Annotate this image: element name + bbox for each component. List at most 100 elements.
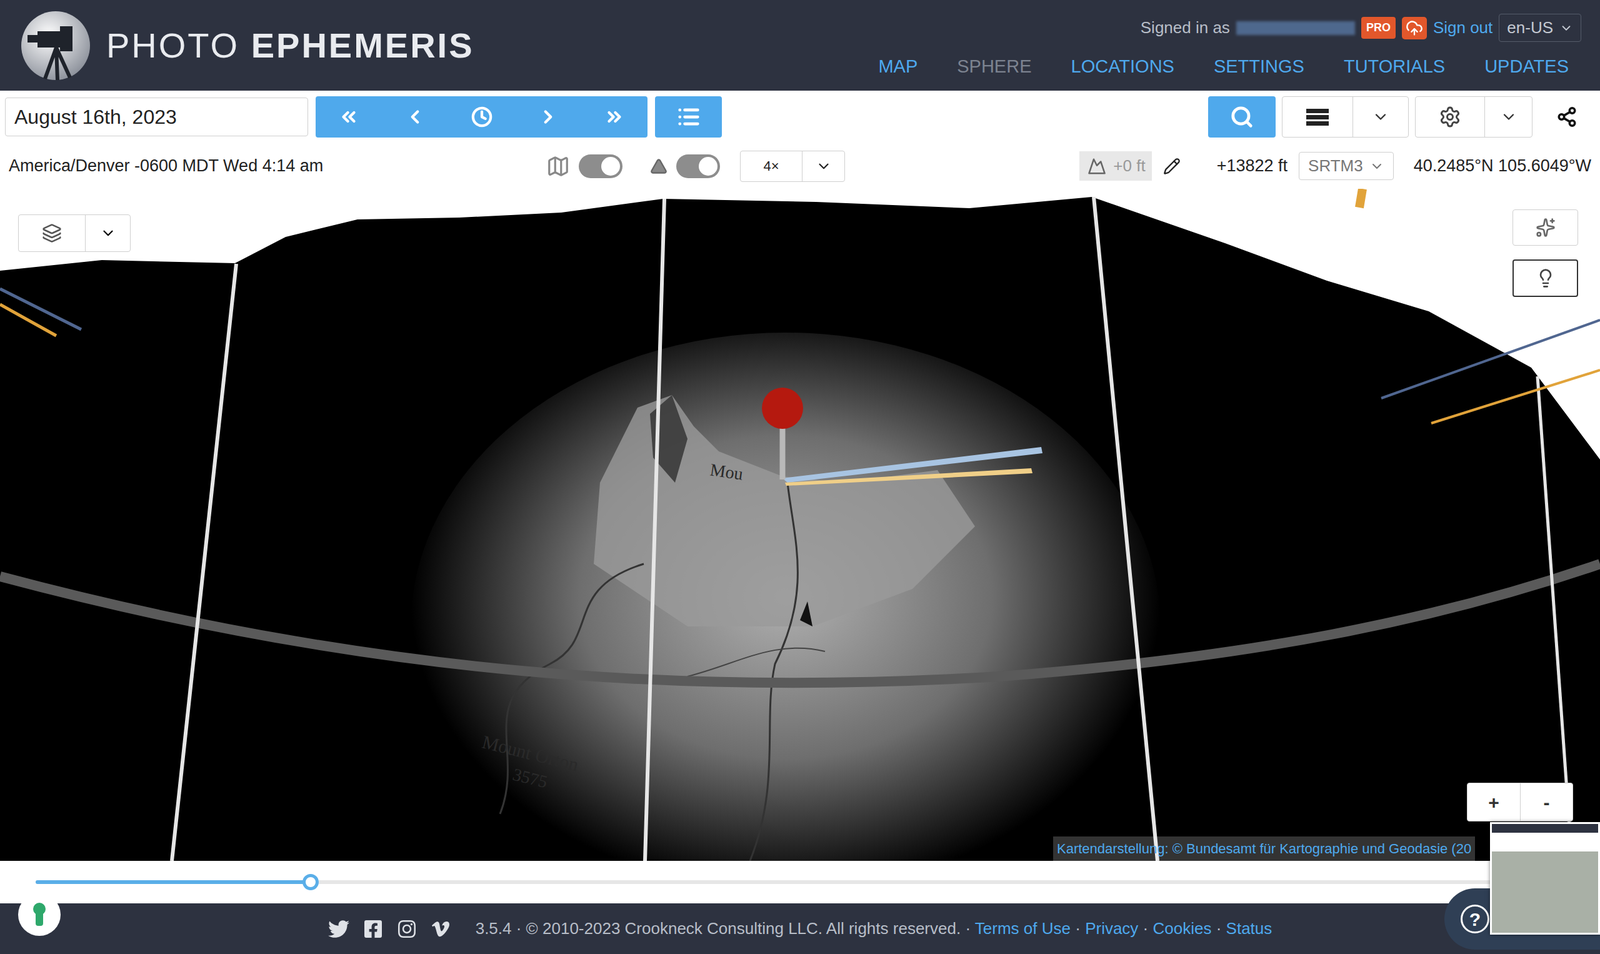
preview-thumbnail[interactable] xyxy=(1490,821,1600,935)
layers-button[interactable] xyxy=(18,214,131,252)
map-icon xyxy=(546,154,570,179)
instagram-icon[interactable] xyxy=(396,918,417,939)
chevron-down-icon xyxy=(1369,158,1385,174)
brand[interactable]: PHOTO EPHEMERIS xyxy=(18,8,475,83)
brand-name: PHOTO EPHEMERIS xyxy=(106,28,475,64)
zoom-button[interactable]: - xyxy=(1520,783,1573,821)
scene-button[interactable] xyxy=(1512,209,1579,246)
footer-link[interactable]: Privacy xyxy=(1085,918,1139,938)
settings-select[interactable] xyxy=(1415,96,1533,138)
footer-separator: · xyxy=(1143,918,1149,938)
footer-link[interactable]: Terms of Use xyxy=(975,918,1071,938)
view-toggles: 4× xyxy=(546,150,845,182)
toggle-knob xyxy=(601,156,620,176)
terrain-icon xyxy=(650,157,668,175)
search-icon xyxy=(1230,105,1254,129)
nav-item[interactable]: SPHERE xyxy=(956,53,1032,81)
time-nav-button[interactable] xyxy=(381,96,449,138)
social-links xyxy=(328,918,451,940)
terrain-canvas xyxy=(0,188,1600,861)
chevron-down-icon xyxy=(100,225,117,242)
zoom-button[interactable]: + xyxy=(1467,783,1520,821)
map-style-icon xyxy=(1282,108,1353,126)
nav-item[interactable]: LOCATIONS xyxy=(1071,53,1175,81)
map-attribution: Kartendarstellung: © Bundesamt für Karto… xyxy=(1053,836,1475,861)
layers-icon xyxy=(41,223,62,244)
chevron-down-icon xyxy=(1371,108,1390,126)
terrain-view[interactable]: MouMount Orton3575+-Kartendarstellung: ©… xyxy=(0,188,1600,861)
toolbar: August 16th, 2023 xyxy=(0,90,1600,144)
share-icon xyxy=(1556,106,1578,128)
timeline-knob[interactable] xyxy=(302,873,319,890)
language-select[interactable]: en-US xyxy=(1498,13,1582,42)
list-button[interactable] xyxy=(655,96,722,138)
time-nav-button[interactable] xyxy=(315,96,382,138)
time-nav-icon xyxy=(471,106,493,128)
elevation-group: +0 ft+13822 ftSRTM340.2485°N 105.6049°W xyxy=(1079,151,1592,181)
footer-separator: · xyxy=(965,918,971,938)
keyhole-icon xyxy=(31,901,48,927)
map-toggle[interactable] xyxy=(578,154,623,179)
logo-icon xyxy=(18,8,93,83)
header-right: Signed in as PRO Sign outen-US MAP SPHERE LOC… xyxy=(878,10,1582,81)
share-button[interactable] xyxy=(1538,96,1595,138)
lightbulb-icon xyxy=(1535,268,1556,289)
pencil-icon[interactable] xyxy=(1163,157,1181,175)
dem-select[interactable]: SRTM3 xyxy=(1298,151,1394,180)
toolbar-right xyxy=(1208,96,1595,138)
pro-badge: PRO xyxy=(1361,16,1396,39)
search-button[interactable] xyxy=(1208,96,1276,138)
header: PHOTO EPHEMERIS Signed in as PRO Sign outen… xyxy=(0,0,1600,91)
nav-item[interactable]: MAP xyxy=(878,53,918,81)
list-icon xyxy=(676,105,701,129)
vimeo-icon[interactable] xyxy=(430,918,451,939)
timeline xyxy=(0,860,1600,904)
mountain-icon xyxy=(1085,156,1109,176)
exaggeration-select[interactable]: 4× xyxy=(740,150,845,182)
nav-item[interactable]: TUTORIALS xyxy=(1343,53,1445,81)
elevation-offset[interactable]: +0 ft xyxy=(1079,151,1152,181)
footer-text: 3.5.4 · © 2010-2023 Crookneck Consulting… xyxy=(475,916,1273,941)
username-blurred xyxy=(1236,21,1355,35)
signed-in-label: Signed in as xyxy=(1140,15,1230,40)
cloud-icon xyxy=(1404,19,1425,37)
scene-icon xyxy=(1535,217,1556,238)
privacy-widget[interactable] xyxy=(18,893,61,936)
time-nav-icon xyxy=(603,106,625,128)
timezone: America/Denver -0600 MDT Wed 4:14 am xyxy=(8,153,547,179)
footer-separator: · xyxy=(1216,918,1222,938)
timeline-fill xyxy=(35,880,311,884)
cloud-sync-button[interactable] xyxy=(1401,16,1427,40)
terrain-toggle[interactable] xyxy=(676,154,720,179)
gear-icon xyxy=(1438,105,1462,129)
map-label: Mou xyxy=(708,456,745,488)
time-nav-button[interactable] xyxy=(448,96,515,138)
nav-item[interactable]: SETTINGS xyxy=(1213,53,1305,81)
location-pin[interactable] xyxy=(761,387,804,429)
time-nav-button[interactable] xyxy=(581,96,648,138)
footer: 3.5.4 · © 2010-2023 Crookneck Consulting… xyxy=(0,903,1600,954)
main-nav: MAP SPHERE LOCATIONS SETTINGS TUTORIALS UPDAT… xyxy=(878,53,1582,81)
sign-out-link[interactable]: Sign out xyxy=(1433,15,1493,40)
nav-item[interactable]: UPDATES xyxy=(1484,53,1569,81)
chevron-down-icon xyxy=(1500,108,1518,126)
chevron-down-icon xyxy=(815,158,832,175)
time-nav-button[interactable] xyxy=(515,96,582,138)
footer-separator: · xyxy=(1075,918,1081,938)
copyright: 3.5.4 · © 2010-2023 Crookneck Consulting… xyxy=(475,918,961,938)
facebook-icon[interactable] xyxy=(363,918,384,939)
twitter-icon[interactable] xyxy=(328,918,350,940)
time-nav-group xyxy=(315,96,648,138)
map-style-select[interactable] xyxy=(1281,96,1409,138)
footer-link[interactable]: Status xyxy=(1226,918,1273,938)
info-bar: America/Denver -0600 MDT Wed 4:14 am 4× +0… xyxy=(0,143,1600,189)
zoom-controls: +- xyxy=(1466,782,1574,822)
app: PHOTO EPHEMERIS Signed in as PRO Sign outen… xyxy=(0,0,1600,954)
date-input[interactable]: August 16th, 2023 xyxy=(5,97,309,137)
footer-link[interactable]: Cookies xyxy=(1153,918,1212,938)
timeline-track[interactable] xyxy=(35,880,1565,884)
lighting-button[interactable] xyxy=(1512,259,1579,297)
account-bar: Signed in as PRO Sign outen-US xyxy=(1140,13,1582,42)
coordinates: 40.2485°N 105.6049°W xyxy=(1413,153,1592,179)
time-nav-icon xyxy=(537,106,559,128)
